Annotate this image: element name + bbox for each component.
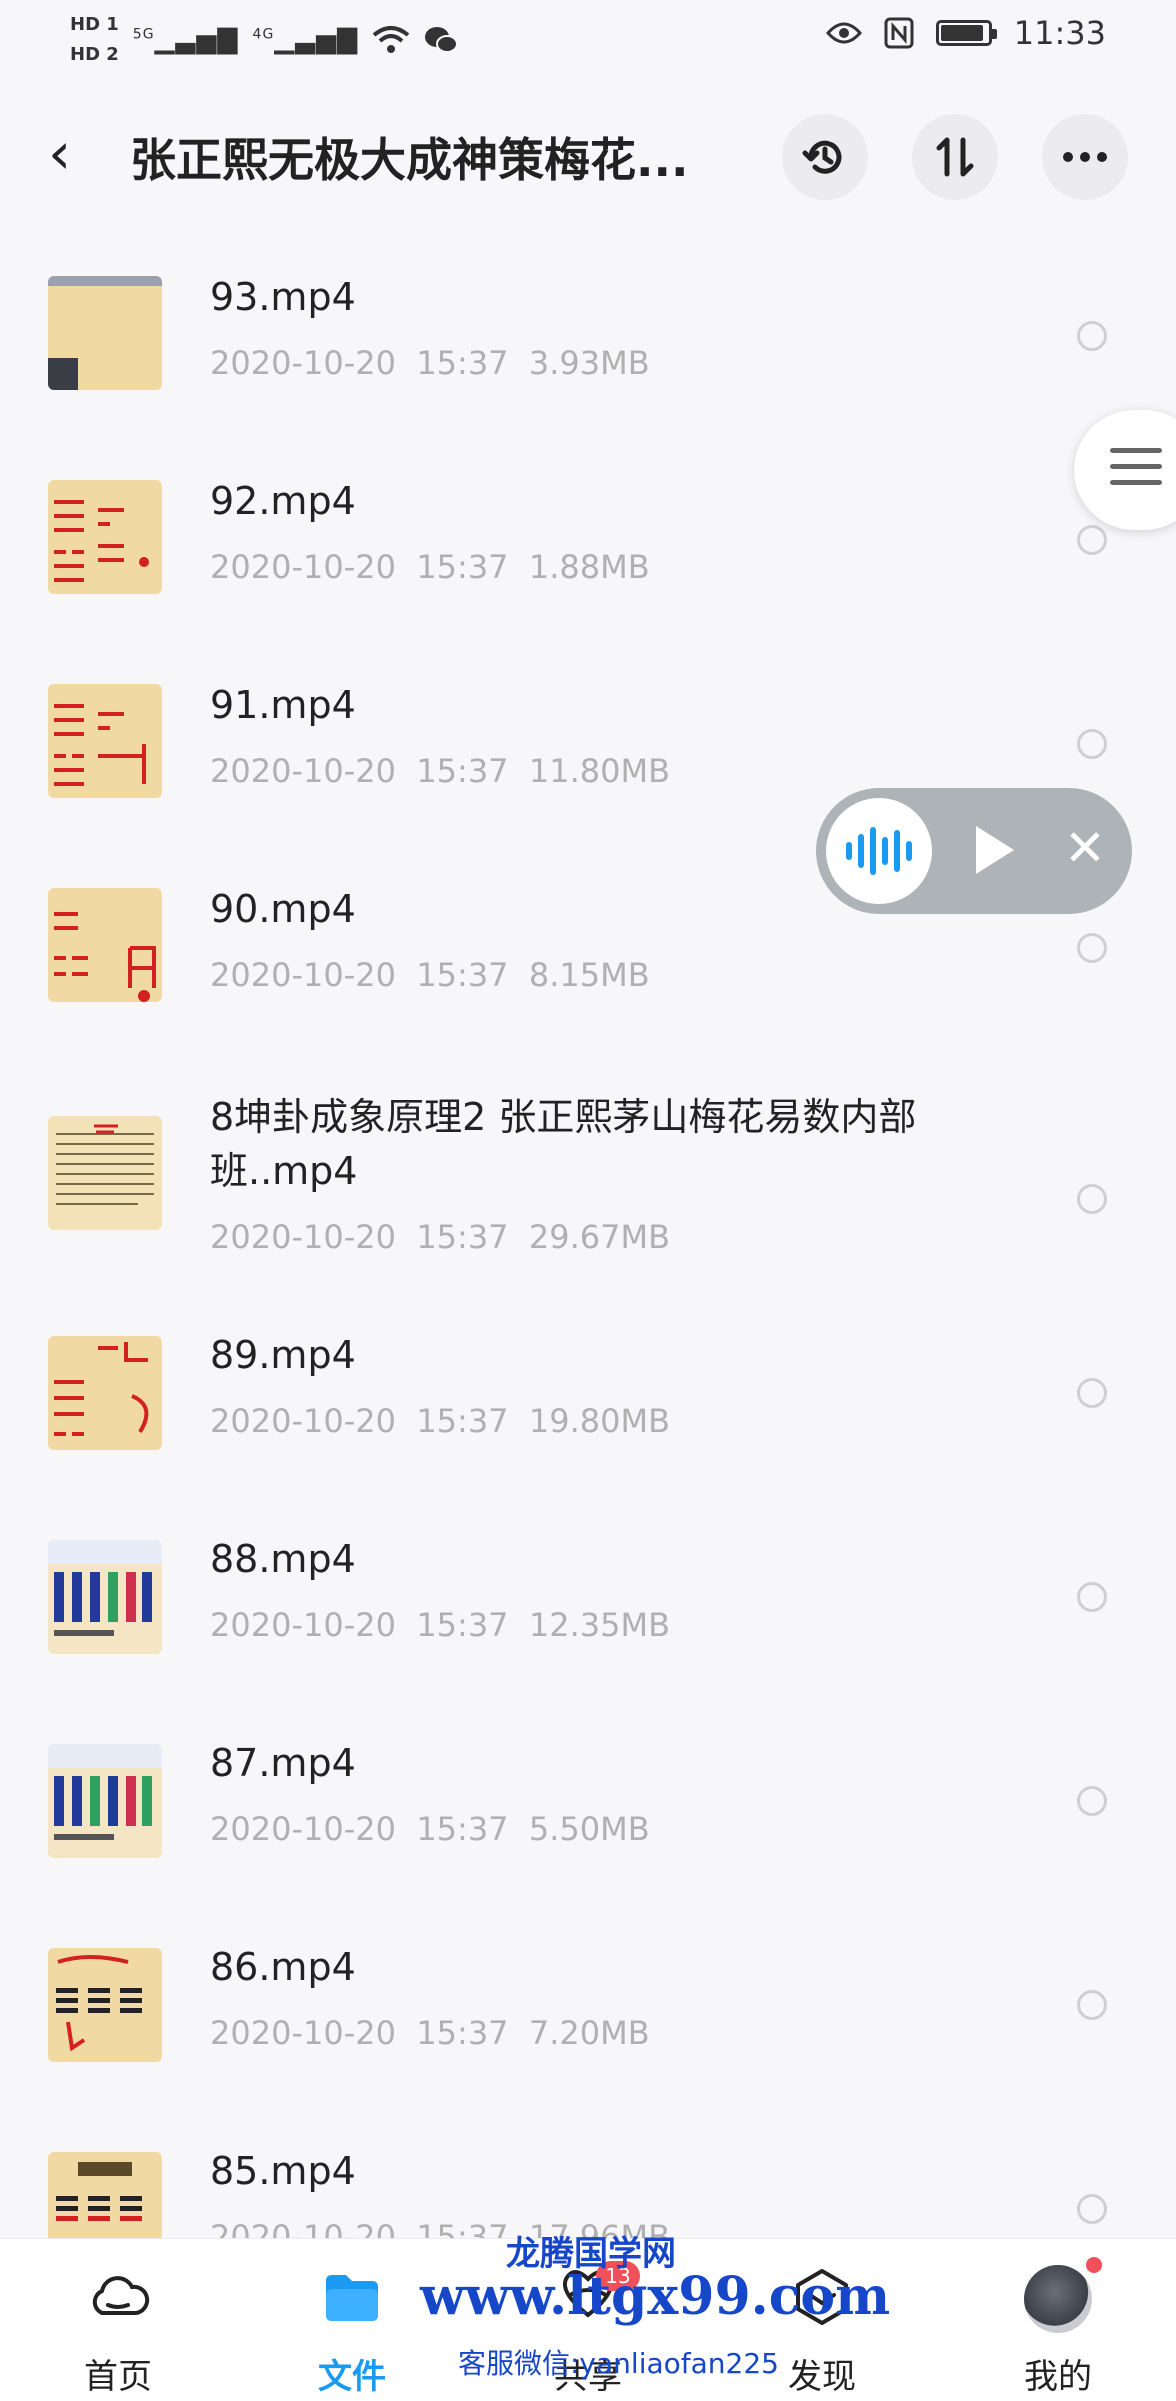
menu-icon	[1110, 448, 1162, 496]
more-button[interactable]	[1042, 114, 1128, 200]
tab-share-label: 共享	[554, 2357, 622, 2397]
file-name: 8坤卦成象原理2 张正熙茅山梅花易数内部班..mp4	[210, 1095, 917, 1193]
battery-icon	[935, 20, 997, 46]
close-icon[interactable]: ✕	[1064, 818, 1106, 878]
tab-files[interactable]: 文件	[282, 2239, 422, 2401]
hd1-label: HD 1	[70, 14, 119, 35]
file-name: 89.mp4	[210, 1333, 356, 1377]
history-icon	[802, 140, 842, 174]
tab-me-label: 我的	[1024, 2357, 1092, 2397]
tab-share[interactable]: 13 共享	[518, 2239, 658, 2401]
file-name: 92.mp4	[210, 479, 356, 523]
file-name: 85.mp4	[210, 2149, 356, 2193]
select-checkbox[interactable]	[1077, 525, 1107, 555]
hd-indicator: HD 1 HD 2	[70, 10, 119, 70]
select-checkbox[interactable]	[1077, 2194, 1107, 2224]
video-thumbnail	[48, 480, 162, 594]
avatar	[1024, 2265, 1092, 2333]
select-checkbox[interactable]	[1077, 321, 1107, 351]
tab-home[interactable]: 首页	[48, 2239, 188, 2401]
file-name: 91.mp4	[210, 683, 356, 727]
cloud-icon	[92, 2276, 150, 2315]
sort-button[interactable]	[912, 114, 998, 200]
video-thumbnail	[48, 1540, 162, 1654]
file-meta: 2020-10-20 15:37 3.93MB	[210, 344, 650, 382]
video-thumbnail	[48, 1336, 162, 1450]
select-checkbox[interactable]	[1077, 1378, 1107, 1408]
status-bar: HD 1 HD 2 5G▁▃▅▇ 4G▁▃▅▇ 11:33	[0, 0, 1176, 72]
video-thumbnail	[48, 2152, 162, 2250]
audio-wave-icon[interactable]	[826, 798, 932, 904]
file-meta: 2020-10-20 15:37 5.50MB	[210, 1810, 650, 1848]
file-meta: 2020-10-20 15:37 19.80MB	[210, 1402, 671, 1440]
tab-me[interactable]: 我的	[988, 2239, 1128, 2401]
signal-5g-icon: 5G▁▃▅▇	[132, 25, 239, 55]
file-meta: 2020-10-20 15:37 1.88MB	[210, 548, 650, 586]
eye-icon	[825, 22, 862, 44]
select-checkbox[interactable]	[1077, 729, 1107, 759]
floating-player: ✕	[816, 788, 1132, 914]
tab-discover[interactable]: 发现	[752, 2239, 892, 2401]
hd2-label: HD 2	[70, 44, 119, 65]
file-name: 87.mp4	[210, 1741, 356, 1785]
file-name: 86.mp4	[210, 1945, 356, 1989]
wifi-icon	[373, 26, 410, 53]
sort-icon	[936, 137, 974, 177]
header: ‹ 张正熙无极大成神策梅花...	[0, 100, 1176, 210]
nfc-icon	[884, 17, 914, 49]
history-button[interactable]	[782, 114, 868, 200]
select-checkbox[interactable]	[1077, 933, 1107, 963]
file-name: 88.mp4	[210, 1537, 356, 1581]
file-meta: 2020-10-20 15:37 7.20MB	[210, 2014, 650, 2052]
play-icon[interactable]	[976, 826, 1014, 874]
select-checkbox[interactable]	[1077, 1990, 1107, 2020]
back-button[interactable]: ‹	[48, 118, 71, 188]
page-title: 张正熙无极大成神策梅花...	[130, 133, 689, 187]
signal-4g-icon: 4G▁▃▅▇	[252, 25, 359, 55]
file-meta: 2020-10-20 15:37 12.35MB	[210, 1606, 671, 1644]
file-meta: 2020-10-20 15:37 29.67MB	[210, 1218, 671, 1256]
more-icon	[1063, 152, 1107, 162]
select-checkbox[interactable]	[1077, 1786, 1107, 1816]
bottom-nav: 首页 文件 13 共享 发现 我的	[0, 2238, 1176, 2401]
notification-dot	[1086, 2257, 1102, 2273]
discover-icon	[796, 2269, 848, 2325]
video-thumbnail	[48, 888, 162, 1002]
tab-discover-label: 发现	[788, 2357, 856, 2397]
file-meta: 2020-10-20 15:37 11.80MB	[210, 752, 671, 790]
wechat-icon	[425, 27, 459, 53]
file-list: 93.mp4 2020-10-20 15:37 3.93MB 92.mp4 20…	[0, 250, 1176, 2250]
folder-icon	[326, 2275, 378, 2321]
file-name: 93.mp4	[210, 275, 356, 319]
video-thumbnail	[48, 1116, 162, 1230]
select-checkbox[interactable]	[1077, 1582, 1107, 1612]
clock: 11:33	[1013, 14, 1106, 52]
select-checkbox[interactable]	[1077, 1184, 1107, 1214]
tab-files-label: 文件	[318, 2357, 386, 2397]
share-badge: 13	[596, 2261, 640, 2291]
file-meta: 2020-10-20 15:37 8.15MB	[210, 956, 650, 994]
video-thumbnail	[48, 1744, 162, 1858]
video-thumbnail	[48, 684, 162, 798]
video-thumbnail	[48, 1948, 162, 2062]
tab-home-label: 首页	[84, 2357, 152, 2397]
video-thumbnail	[48, 276, 162, 390]
